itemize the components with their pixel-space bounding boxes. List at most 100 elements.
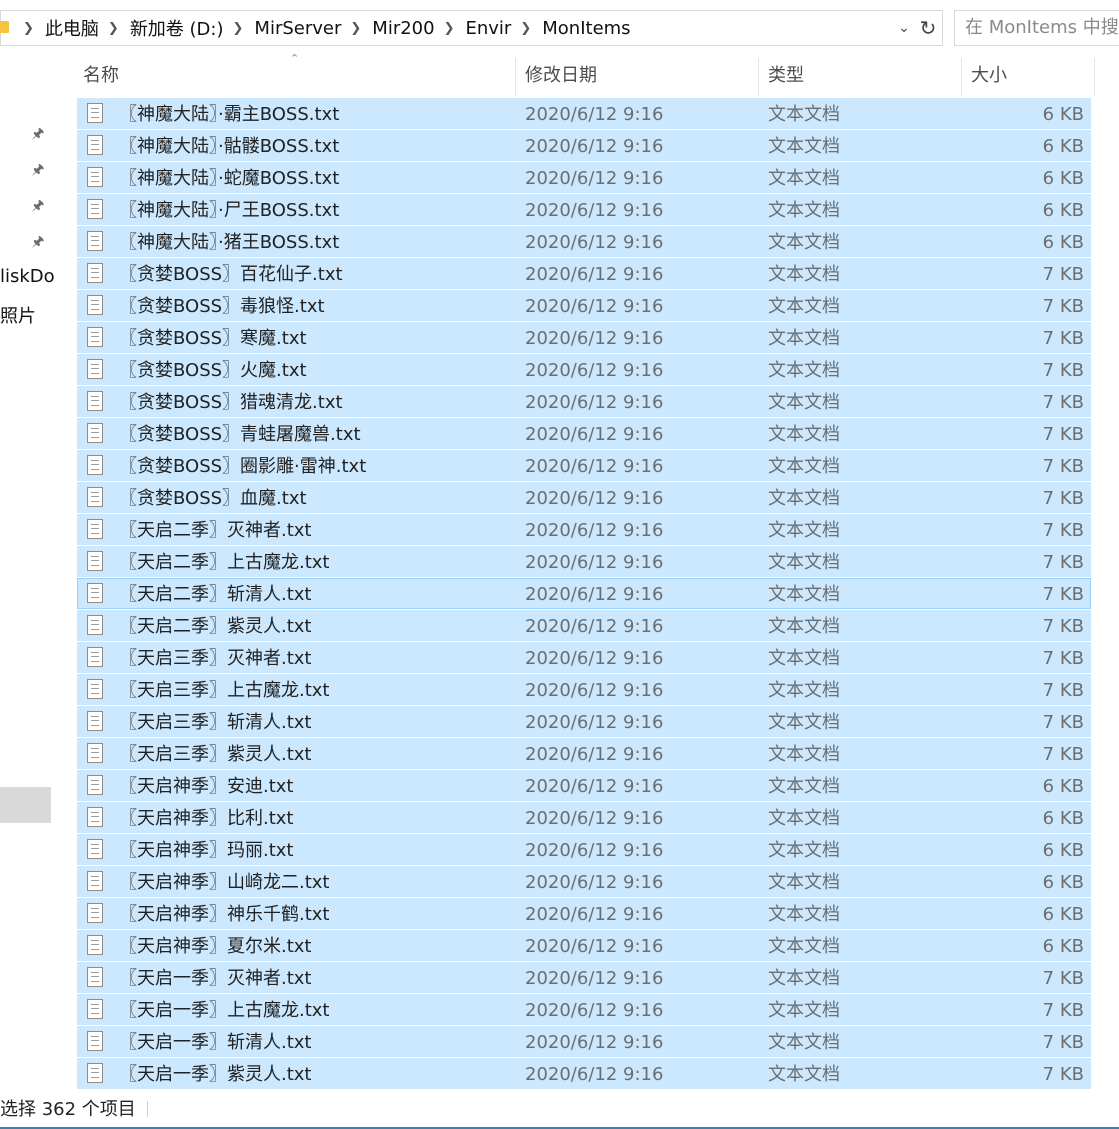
text-file-icon	[87, 551, 103, 571]
file-size: 7 KB	[1042, 968, 1084, 989]
file-name: 〖贪婪BOSS〗火魔.txt	[119, 360, 307, 381]
chevron-right-icon[interactable]: ❯	[233, 21, 244, 36]
column-headers: ⌃ 名称 修改日期 类型 大小	[77, 52, 1119, 96]
file-name: 〖神魔大陆〗·尸王BOSS.txt	[119, 200, 340, 221]
chevron-right-icon[interactable]: ❯	[108, 21, 119, 36]
file-row[interactable]: 〖天启三季〗斩清人.txt 2020/6/12 9:16 文本文档 7 KB	[77, 706, 1091, 737]
file-row[interactable]: 〖贪婪BOSS〗百花仙子.txt 2020/6/12 9:16 文本文档 7 KB	[77, 258, 1091, 289]
file-date: 2020/6/12 9:16	[525, 968, 664, 989]
file-name: 〖天启神季〗安迪.txt	[119, 776, 294, 797]
file-type: 文本文档	[768, 744, 840, 765]
chevron-right-icon[interactable]: ❯	[350, 21, 361, 36]
file-type: 文本文档	[768, 808, 840, 829]
pin-icon: 🖈	[31, 198, 45, 214]
file-row[interactable]: 〖天启三季〗上古魔龙.txt 2020/6/12 9:16 文本文档 7 KB	[77, 674, 1091, 705]
file-date: 2020/6/12 9:16	[525, 616, 664, 637]
file-row[interactable]: 〖天启二季〗斩清人.txt 2020/6/12 9:16 文本文档 7 KB	[77, 578, 1091, 609]
refresh-icon[interactable]: ↻	[916, 15, 940, 41]
file-size: 6 KB	[1042, 904, 1084, 925]
file-row[interactable]: 〖神魔大陆〗·霸主BOSS.txt 2020/6/12 9:16 文本文档 6 KB	[77, 98, 1091, 129]
file-name: 〖天启二季〗紫灵人.txt	[119, 616, 312, 637]
file-row[interactable]: 〖贪婪BOSS〗青蛙屠魔兽.txt 2020/6/12 9:16 文本文档 7 KB	[77, 418, 1091, 449]
file-row[interactable]: 〖神魔大陆〗·尸王BOSS.txt 2020/6/12 9:16 文本文档 6 KB	[77, 194, 1091, 225]
file-row[interactable]: 〖贪婪BOSS〗血魔.txt 2020/6/12 9:16 文本文档 7 KB	[77, 482, 1091, 513]
file-row[interactable]: 〖贪婪BOSS〗寒魔.txt 2020/6/12 9:16 文本文档 7 KB	[77, 322, 1091, 353]
file-date: 2020/6/12 9:16	[525, 744, 664, 765]
file-row[interactable]: 〖天启一季〗紫灵人.txt 2020/6/12 9:16 文本文档 7 KB	[77, 1058, 1091, 1089]
chevron-down-icon[interactable]: ⌄	[894, 18, 914, 38]
file-row[interactable]: 〖天启二季〗紫灵人.txt 2020/6/12 9:16 文本文档 7 KB	[77, 610, 1091, 641]
file-type: 文本文档	[768, 328, 840, 349]
breadcrumb-item[interactable]: 此电脑	[44, 15, 100, 41]
column-header-type[interactable]: 类型	[768, 58, 804, 96]
file-row[interactable]: 〖天启一季〗灭神者.txt 2020/6/12 9:16 文本文档 7 KB	[77, 962, 1091, 993]
file-name: 〖贪婪BOSS〗圈影雕·雷神.txt	[119, 456, 367, 477]
column-header-date[interactable]: 修改日期	[525, 58, 597, 96]
file-size: 7 KB	[1042, 296, 1084, 317]
file-type: 文本文档	[768, 520, 840, 541]
file-row[interactable]: 〖贪婪BOSS〗毒狼怪.txt 2020/6/12 9:16 文本文档 7 KB	[77, 290, 1091, 321]
breadcrumb-item[interactable]: MirServer	[253, 18, 342, 39]
file-size: 6 KB	[1042, 200, 1084, 221]
pin-icon: 🖈	[31, 126, 45, 142]
file-size: 6 KB	[1042, 936, 1084, 957]
file-row[interactable]: 〖贪婪BOSS〗猎魂清龙.txt 2020/6/12 9:16 文本文档 7 KB	[77, 386, 1091, 417]
file-name: 〖天启三季〗上古魔龙.txt	[119, 680, 330, 701]
column-divider[interactable]	[758, 58, 759, 96]
text-file-icon	[87, 583, 103, 603]
file-row[interactable]: 〖天启一季〗斩清人.txt 2020/6/12 9:16 文本文档 7 KB	[77, 1026, 1091, 1057]
file-name: 〖天启三季〗斩清人.txt	[119, 712, 312, 733]
file-type: 文本文档	[768, 1064, 840, 1085]
file-date: 2020/6/12 9:16	[525, 200, 664, 221]
file-size: 6 KB	[1042, 104, 1084, 125]
nav-item-disk[interactable]: liskDo	[0, 266, 55, 287]
file-row[interactable]: 〖天启三季〗紫灵人.txt 2020/6/12 9:16 文本文档 7 KB	[77, 738, 1091, 769]
file-row[interactable]: 〖天启神季〗山崎龙二.txt 2020/6/12 9:16 文本文档 6 KB	[77, 866, 1091, 897]
file-size: 7 KB	[1042, 680, 1084, 701]
file-row[interactable]: 〖神魔大陆〗·骷髅BOSS.txt 2020/6/12 9:16 文本文档 6 KB	[77, 130, 1091, 161]
address-bar[interactable]: ❯ 此电脑 ❯ 新加卷 (D:) ❯ MirServer ❯ Mir200 ❯ Envir ❯ Mon…	[0, 10, 943, 46]
file-row[interactable]: 〖天启三季〗灭神者.txt 2020/6/12 9:16 文本文档 7 KB	[77, 642, 1091, 673]
file-row[interactable]: 〖天启神季〗玛丽.txt 2020/6/12 9:16 文本文档 6 KB	[77, 834, 1091, 865]
file-row[interactable]: 〖天启二季〗上古魔龙.txt 2020/6/12 9:16 文本文档 7 KB	[77, 546, 1091, 577]
file-date: 2020/6/12 9:16	[525, 392, 664, 413]
file-type: 文本文档	[768, 904, 840, 925]
file-row[interactable]: 〖天启二季〗灭神者.txt 2020/6/12 9:16 文本文档 7 KB	[77, 514, 1091, 545]
breadcrumb-item[interactable]: MonItems	[541, 18, 631, 39]
file-row[interactable]: 〖天启一季〗上古魔龙.txt 2020/6/12 9:16 文本文档 7 KB	[77, 994, 1091, 1025]
file-row[interactable]: 〖天启神季〗比利.txt 2020/6/12 9:16 文本文档 6 KB	[77, 802, 1091, 833]
nav-item-photos[interactable]: 照片	[0, 302, 36, 328]
file-size: 7 KB	[1042, 360, 1084, 381]
column-divider[interactable]	[1094, 58, 1095, 96]
file-row[interactable]: 〖神魔大陆〗·猪王BOSS.txt 2020/6/12 9:16 文本文档 6 KB	[77, 226, 1091, 257]
chevron-right-icon[interactable]: ❯	[23, 21, 34, 36]
file-name: 〖天启一季〗灭神者.txt	[119, 968, 312, 989]
column-header-name[interactable]: 名称	[83, 58, 119, 96]
sort-ascending-icon: ⌃	[290, 52, 300, 65]
chevron-right-icon[interactable]: ❯	[520, 21, 531, 36]
file-row[interactable]: 〖贪婪BOSS〗火魔.txt 2020/6/12 9:16 文本文档 7 KB	[77, 354, 1091, 385]
column-header-size[interactable]: 大小	[971, 58, 1007, 96]
file-date: 2020/6/12 9:16	[525, 456, 664, 477]
search-input[interactable]: 在 MonItems 中搜索	[954, 10, 1119, 46]
file-type: 文本文档	[768, 456, 840, 477]
file-row[interactable]: 〖天启神季〗安迪.txt 2020/6/12 9:16 文本文档 6 KB	[77, 770, 1091, 801]
breadcrumb-item[interactable]: Envir	[465, 18, 513, 39]
file-name: 〖贪婪BOSS〗毒狼怪.txt	[119, 296, 325, 317]
chevron-right-icon[interactable]: ❯	[444, 21, 455, 36]
column-divider[interactable]	[961, 58, 962, 96]
file-row[interactable]: 〖贪婪BOSS〗圈影雕·雷神.txt 2020/6/12 9:16 文本文档 7 KB	[77, 450, 1091, 481]
file-type: 文本文档	[768, 360, 840, 381]
file-name: 〖神魔大陆〗·蛇魔BOSS.txt	[119, 168, 340, 189]
file-size: 7 KB	[1042, 424, 1084, 445]
breadcrumb-item[interactable]: 新加卷 (D:)	[129, 15, 225, 41]
file-name: 〖天启二季〗斩清人.txt	[119, 584, 312, 605]
file-row[interactable]: 〖天启神季〗夏尔米.txt 2020/6/12 9:16 文本文档 6 KB	[77, 930, 1091, 961]
column-divider[interactable]	[515, 58, 516, 96]
nav-item-selected[interactable]	[0, 787, 51, 823]
file-row[interactable]: 〖天启神季〗神乐千鹤.txt 2020/6/12 9:16 文本文档 6 KB	[77, 898, 1091, 929]
file-row[interactable]: 〖神魔大陆〗·蛇魔BOSS.txt 2020/6/12 9:16 文本文档 6 KB	[77, 162, 1091, 193]
text-file-icon	[87, 231, 103, 251]
breadcrumb-item[interactable]: Mir200	[371, 18, 435, 39]
file-date: 2020/6/12 9:16	[525, 936, 664, 957]
